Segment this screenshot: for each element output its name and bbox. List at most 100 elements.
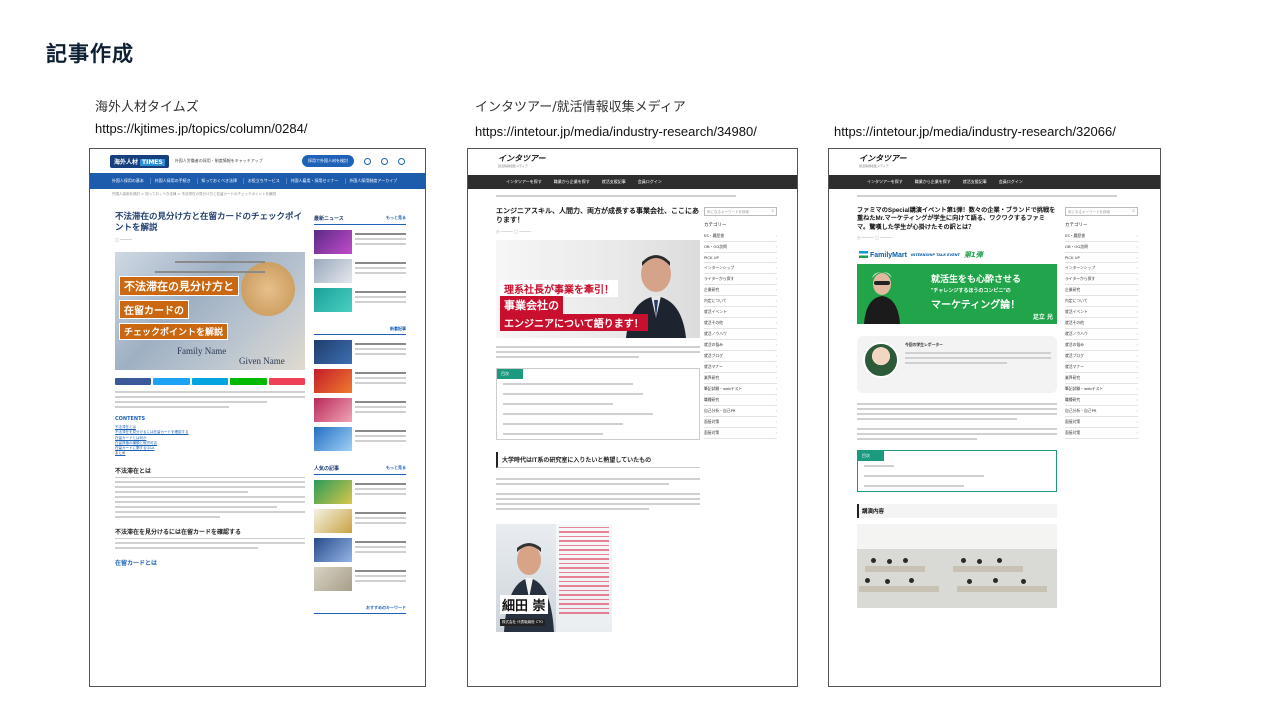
sidebar-heading: 最新ニュース もっと見る <box>314 215 406 225</box>
search-icon[interactable]: ⚲ <box>771 209 774 213</box>
nav-item[interactable]: 外国人採用の手続き <box>155 178 198 184</box>
chevron-right-icon: › <box>775 397 777 402</box>
list-item[interactable] <box>314 259 406 283</box>
category-item[interactable]: OB・OG訪問 › <box>704 242 777 253</box>
reference-3-url[interactable]: https://intetour.jp/media/industry-resea… <box>834 124 1116 139</box>
category-item[interactable]: 筆記試験・webテスト › <box>1065 384 1138 395</box>
category-item[interactable]: 職種研究 › <box>704 395 777 406</box>
category-item[interactable]: 面接対策 › <box>704 417 777 428</box>
category-item[interactable]: 面接対策 › <box>704 428 777 439</box>
category-item[interactable]: インターンシップ › <box>704 263 777 274</box>
toc-item[interactable] <box>497 399 699 409</box>
site-logo[interactable]: 海外人材 TIMES <box>110 154 169 168</box>
category-item[interactable]: 業界研究 › <box>1065 373 1138 384</box>
list-item[interactable] <box>314 538 406 562</box>
search-icon[interactable]: ⚲ <box>1132 209 1135 213</box>
toc-item[interactable] <box>497 429 699 439</box>
hero-line-3: マーケティング論！ <box>931 300 1021 312</box>
nav-item[interactable]: 会員ログイン <box>638 179 662 185</box>
list-item[interactable] <box>314 398 406 422</box>
category-item[interactable]: 内定について › <box>704 296 777 307</box>
nav-item[interactable]: 外国人雇用・採用セミナー <box>291 178 346 184</box>
menu-icon[interactable] <box>398 157 405 165</box>
nav-item[interactable]: 職業から企業を探す <box>915 179 951 185</box>
site-logo[interactable]: インタツアー <box>498 153 767 164</box>
category-item[interactable]: 就活イベント › <box>704 307 777 318</box>
category-item[interactable]: 就活その他 › <box>1065 318 1138 329</box>
list-item[interactable] <box>314 230 406 254</box>
toc-item[interactable] <box>858 481 1056 491</box>
list-item[interactable] <box>314 340 406 364</box>
nav-item[interactable]: 知っておくべき法律 <box>201 178 245 184</box>
list-item[interactable] <box>314 480 406 504</box>
facebook-share-button[interactable] <box>115 378 152 386</box>
category-item[interactable]: 就活その他 › <box>704 318 777 329</box>
list-item[interactable] <box>314 369 406 393</box>
mail-icon[interactable] <box>381 157 388 165</box>
category-item[interactable]: 就活ノウハウ › <box>1065 329 1138 340</box>
nav-item[interactable]: 就活支援記事 <box>963 179 987 185</box>
category-item[interactable]: ES・履歴書 › <box>704 231 777 242</box>
category-item[interactable]: インターンシップ › <box>1065 263 1138 274</box>
toc-item[interactable]: まとめ <box>115 451 305 456</box>
toc-item[interactable] <box>858 471 1056 481</box>
line-share-button[interactable] <box>230 378 267 386</box>
toc-item[interactable] <box>858 461 1056 471</box>
breadcrumb[interactable]: 外国人採用を検討 > 知っておくべき法律 > 不法滞在の見分け方と在留カードのチ… <box>90 189 425 200</box>
nav-item[interactable]: 会員ログイン <box>999 179 1023 185</box>
category-item[interactable]: 自己分析・自己PR › <box>1065 406 1138 417</box>
category-item[interactable]: 企業研究 › <box>1065 285 1138 296</box>
category-item[interactable]: 就活イベント › <box>1065 307 1138 318</box>
toc-item[interactable] <box>497 379 699 389</box>
breadcrumb[interactable] <box>468 189 797 203</box>
pocket-share-button[interactable] <box>268 378 306 386</box>
category-item[interactable]: 面接対策 › <box>1065 417 1138 428</box>
chevron-right-icon: › <box>1136 276 1138 281</box>
search-icon[interactable] <box>364 157 371 165</box>
nav-item[interactable]: 就活支援記事 <box>602 179 626 185</box>
category-item[interactable]: 面接対策 › <box>1065 428 1138 439</box>
category-item[interactable]: ES・履歴書 › <box>1065 231 1138 242</box>
list-item[interactable] <box>314 427 406 451</box>
nav-item[interactable]: 職業から企業を探す <box>554 179 590 185</box>
breadcrumb[interactable] <box>829 189 1160 203</box>
category-item[interactable]: 職種研究 › <box>1065 395 1138 406</box>
nav-item[interactable]: 外国人採用制度アーカイブ <box>349 178 403 184</box>
site-logo[interactable]: インタツアー <box>859 153 1130 164</box>
category-item[interactable]: 自己分析・自己PR › <box>704 406 777 417</box>
category-item[interactable]: PICK UP › <box>1065 253 1138 263</box>
category-item[interactable]: 業界研究 › <box>704 373 777 384</box>
category-item[interactable]: 就活ノウハウ › <box>704 329 777 340</box>
main-nav: インタツアーを探す 職業から企業を探す 就活支援記事 会員ログイン <box>829 175 1160 189</box>
toc-item[interactable] <box>497 419 699 429</box>
search-input[interactable]: 気になるキーワードを検索 ⚲ <box>1065 207 1138 216</box>
list-item[interactable] <box>314 288 406 312</box>
search-input[interactable]: 気になるキーワードを検索 ⚲ <box>704 207 777 216</box>
cta-button[interactable]: 採用で外国人材を検討 <box>302 155 354 167</box>
category-item[interactable]: PICK UP › <box>704 253 777 263</box>
list-item[interactable] <box>314 567 406 591</box>
toc-item[interactable] <box>497 389 699 399</box>
category-item[interactable]: 筆記試験・webテスト › <box>704 384 777 395</box>
reference-2-url[interactable]: https://intetour.jp/media/industry-resea… <box>475 124 757 139</box>
twitter-share-button[interactable] <box>153 378 190 386</box>
category-item[interactable]: 就活ブログ › <box>1065 351 1138 362</box>
nav-item[interactable]: インタツアーを探す <box>506 179 542 185</box>
category-item[interactable]: ライターから探す › <box>1065 274 1138 285</box>
reference-1-url[interactable]: https://kjtimes.jp/topics/column/0284/ <box>95 121 307 136</box>
list-item[interactable] <box>314 509 406 533</box>
toc-item[interactable] <box>497 409 699 419</box>
category-item[interactable]: OB・OG訪問 › <box>1065 242 1138 253</box>
category-item[interactable]: 企業研究 › <box>704 285 777 296</box>
nav-item[interactable]: 外国人採用の基本 <box>112 178 151 184</box>
category-item[interactable]: 内定について › <box>1065 296 1138 307</box>
category-item[interactable]: 就活の悩み › <box>704 340 777 351</box>
category-item[interactable]: 就活ブログ › <box>704 351 777 362</box>
nav-item[interactable]: お役立ちサービス <box>248 178 287 184</box>
hatena-share-button[interactable] <box>191 378 229 386</box>
category-item[interactable]: 就活マナー › <box>1065 362 1138 373</box>
category-item[interactable]: 就活の悩み › <box>1065 340 1138 351</box>
category-item[interactable]: ライターから探す › <box>704 274 777 285</box>
nav-item[interactable]: インタツアーを探す <box>867 179 903 185</box>
category-item[interactable]: 就活マナー › <box>704 362 777 373</box>
